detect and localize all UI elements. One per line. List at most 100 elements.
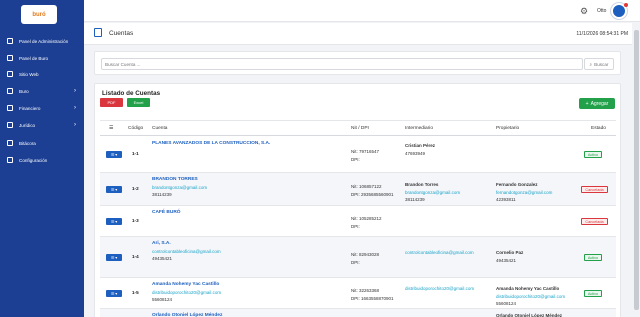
add-account-button[interactable]: + Agregar [579,98,615,109]
sidebar-item-label: Configuración [19,157,48,163]
account-cell: BRANDON TORRES brandontgonza@gmail.com 3… [152,176,347,199]
menu-icon: ☰ ▾ [110,292,118,296]
chevron-right-icon: › [74,88,76,94]
table-row[interactable]: ☰ ▾ 1-5 Amanda Nohemy Yac Castillo distri… [100,278,616,309]
row-code: 1-3 [132,218,139,223]
row-code: 1-4 [132,254,139,259]
account-name[interactable]: Amanda Nohemy Yac Castillo [152,281,347,289]
row-actions-button[interactable]: ☰ ▾ [106,218,122,225]
page-datetime: 11/1/2026 08:54:31 PM [576,31,628,37]
excel-label: Excel [133,100,144,105]
page-title: Cuentas [109,30,134,37]
owner-cell: Fernando Gonzalez fernandotgonza@gmail.c… [496,181,580,204]
column-account: Cuenta [152,126,168,131]
account-cell: Orlando Otoniel López Méndez [152,312,347,317]
sidebar: buró Panel de Administración Panel de Bur… [0,0,84,317]
sidebar-item-label: Buro [19,88,29,94]
owner-email[interactable]: distribuidoporochito20@gmail.com [496,293,580,301]
sidebar-item[interactable]: Buro › [0,85,84,97]
dpi-value: DPI: [351,259,360,265]
buro-icon [7,88,13,94]
sidebar-item[interactable]: Panel de Administración [0,35,84,47]
search-button-label: Buscar [594,61,609,67]
search-input[interactable]: Buscar Cuenta ... [101,58,583,70]
account-name[interactable]: CAFÉ BURÓ [152,209,347,217]
intermediary-name: Brandon Torres [405,182,439,187]
list-title: Listado de Cuentas [102,90,161,97]
status-badge: Activo [584,254,602,261]
table-row[interactable]: Orlando Otoniel López Méndez Orlando Oto… [100,309,616,317]
row-code: 1-1 [132,151,139,156]
user-name[interactable]: Otto [597,8,606,14]
account-email[interactable]: controlcontableoficina@gmail.com [152,248,347,256]
row-actions-button[interactable]: ☰ ▾ [106,186,122,193]
account-email[interactable]: distribuidoporochito20@gmail.com [152,289,347,297]
account-email[interactable]: brandontgonza@gmail.com [152,184,347,192]
sidebar-item[interactable]: Configuración [0,154,84,166]
row-actions-button[interactable]: ☰ ▾ [106,290,122,297]
intermediary-email[interactable]: distribuidoporochito20@gmail.com [405,285,493,293]
log-icon [7,140,13,146]
sidebar-item-label: Bitácora [19,140,36,146]
table-row[interactable]: ☰ ▾ 1-1 PLANES AVANZADOS DE LA CONSTRUCCI… [100,137,616,173]
menu-icon: ☰ ▾ [110,256,118,260]
table-row[interactable]: ☰ ▾ 1-4 Ari, S.A. controlcontableoficina@… [100,237,616,278]
table-row[interactable]: ☰ ▾ 1-2 BRANDON TORRES brandontgonza@gmai… [100,173,616,206]
menu-icon: ☰ ▾ [110,153,118,157]
search-button[interactable]: ⌕ Buscar [584,58,614,70]
column-menu-icon: ☰ [109,126,114,131]
accounts-icon [94,28,102,37]
account-name[interactable]: Orlando Otoniel López Méndez [152,312,347,317]
export-excel-button[interactable]: Excel [127,98,150,107]
logo-text: buró [32,11,46,18]
chevron-right-icon: › [74,105,76,111]
owner-name: Orlando Otoniel López Méndez [496,313,563,317]
sidebar-item[interactable]: Panel de Buro [0,52,84,64]
add-label: Agregar [590,100,609,107]
panel-icon [7,55,13,61]
row-code: 1-2 [132,186,139,191]
nit-value: Nit: 105285212 [351,216,382,221]
intermediary-cell: distribuidoporochito20@gmail.com [405,285,493,293]
account-name[interactable]: PLANES AVANZADOS DE LA CONSTRUCCION, S.A… [152,140,347,148]
sidebar-item[interactable]: Bitácora [0,137,84,149]
search-icon: ⌕ [589,61,593,67]
owner-cell: Orlando Otoniel López Méndez [496,312,580,317]
pdf-label: PDF [107,100,116,105]
row-actions-button[interactable]: ☰ ▾ [106,254,122,261]
dpi-value: DPI: [351,223,360,229]
sidebar-item[interactable]: Financiero › [0,102,84,114]
nit-value: Nit: 82943028 [351,252,380,257]
account-name[interactable]: BRANDON TORRES [152,176,347,184]
column-code: Código [128,126,144,131]
owner-cell: Amanda Nohemy Yac Castillo distribuidopo… [496,285,580,308]
legal-icon [7,122,13,128]
sidebar-item[interactable]: Jurídico › [0,119,84,131]
status-badge: Activo [584,151,602,158]
sidebar-item-label: Jurídico [19,122,36,128]
export-pdf-button[interactable]: PDF [100,98,123,107]
intermediary-email[interactable]: controlcontableoficina@gmail.com [405,249,493,257]
gear-icon[interactable]: ⚙ [580,6,588,17]
status-badge: Activo [584,290,602,297]
sidebar-item[interactable]: Sitio Web [0,68,84,80]
page-header: Cuentas 11/1/2026 08:54:31 PM [84,23,632,45]
intermediary-phone: 47693949 [405,150,426,156]
account-phone: 49435421 [152,256,173,261]
intermediary-email[interactable]: brandontgonza@gmail.com [405,189,493,197]
account-cell: PLANES AVANZADOS DE LA CONSTRUCCION, S.A… [152,140,347,148]
account-name[interactable]: Ari, S.A. [152,240,347,248]
intermediary-cell: Brandon Torres brandontgonza@gmail.com 3… [405,181,493,204]
notification-dot [624,3,628,7]
brand-logo[interactable]: buró [21,5,57,24]
intermediary-name: Cristian Pérez [405,143,436,148]
dpi-value: DPI: 2935685560901 [351,191,394,197]
scrollbar-thumb[interactable] [634,30,639,310]
row-actions-button[interactable]: ☰ ▾ [106,151,122,158]
owner-email[interactable]: fernandotgonza@gmail.com [496,189,580,197]
plus-icon: + [585,100,589,107]
account-cell: Ari, S.A. controlcontableoficina@gmail.c… [152,240,347,263]
status-badge: Cancelada [581,186,608,193]
table-row[interactable]: ☰ ▾ 1-3 CAFÉ BURÓ Nit: 105285212 DPI: Can… [100,206,616,237]
nit-cell: Nit: 105285212 DPI: [351,215,403,230]
